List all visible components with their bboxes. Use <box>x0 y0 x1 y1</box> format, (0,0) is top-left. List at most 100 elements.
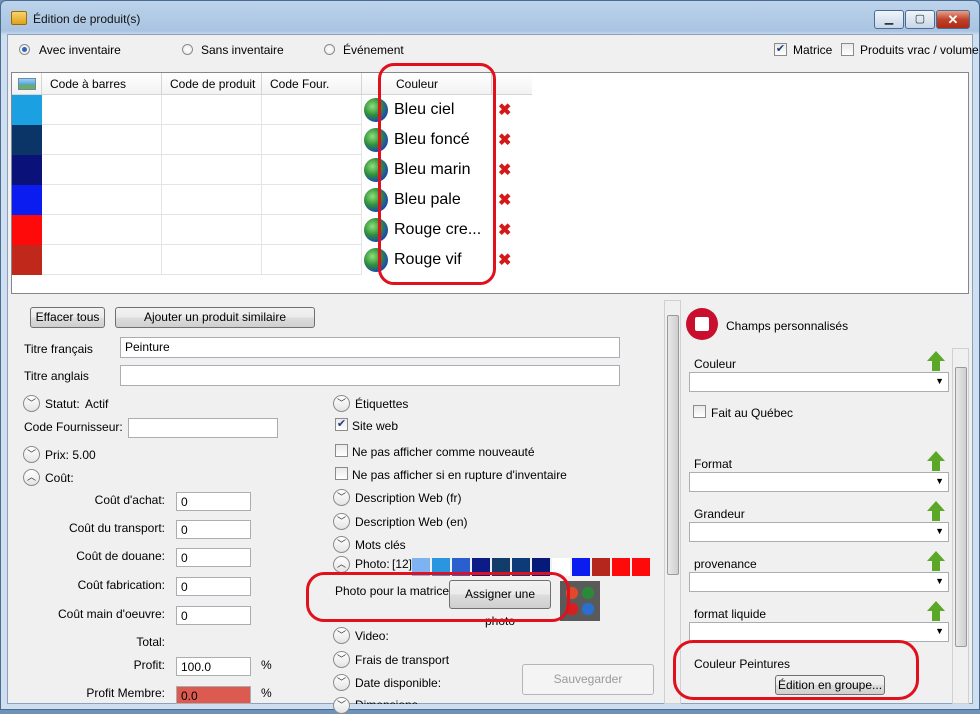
frais-expand-icon[interactable]: ﹀ <box>333 651 350 668</box>
left-scroll-thumb[interactable] <box>667 315 679 575</box>
photo-thumbnail[interactable] <box>592 558 610 576</box>
cout-douane-input[interactable]: 0 <box>176 548 251 567</box>
color-swatch[interactable] <box>12 95 42 125</box>
cell-code-barres[interactable] <box>42 215 162 245</box>
cout-achat-input[interactable]: 0 <box>176 492 251 511</box>
titre-en-label: Titre anglais <box>24 369 89 383</box>
minimize-button[interactable]: ▁ <box>874 10 904 29</box>
delete-icon[interactable]: ✖ <box>498 160 511 180</box>
titre-fr-label: Titre français <box>24 342 93 356</box>
cell-code-barres[interactable] <box>42 95 162 125</box>
site-web-checkbox[interactable]: ✔ <box>335 418 348 431</box>
mots-cles-expand-icon[interactable]: ﹀ <box>333 536 350 553</box>
vrac-label: Produits vrac / volume <box>860 43 979 57</box>
delete-icon[interactable]: ✖ <box>498 100 511 120</box>
cout-fabrication-input[interactable]: 0 <box>176 577 251 596</box>
video-expand-icon[interactable]: ﹀ <box>333 627 350 644</box>
code-fournisseur-input[interactable] <box>128 418 278 438</box>
delete-icon[interactable]: ✖ <box>498 190 511 210</box>
rupture-checkbox[interactable] <box>335 467 348 480</box>
format-select[interactable] <box>689 472 949 492</box>
cout-label: Coût: <box>45 471 74 485</box>
format-liquide-up-arrow-icon[interactable] <box>927 601 945 621</box>
left-panel-scrollbar[interactable] <box>664 300 681 704</box>
cell-code-barres[interactable] <box>42 185 162 215</box>
add-similar-button[interactable]: Ajouter un produit similaire <box>115 307 315 328</box>
title-bar[interactable]: Édition de produit(s) ▁ ▢ ✕ <box>1 1 979 35</box>
profit-membre-input[interactable]: 0.0 <box>176 686 251 704</box>
prix-expand-icon[interactable]: ﹀ <box>23 446 40 463</box>
color-swatch[interactable] <box>12 215 42 245</box>
cout-transport-input[interactable]: 0 <box>176 520 251 539</box>
profit-input[interactable]: 100.0 <box>176 657 251 676</box>
column-code-four[interactable]: Code Four. <box>262 73 362 95</box>
titre-en-input[interactable] <box>120 365 620 386</box>
save-button[interactable]: Sauvegarder <box>522 664 654 695</box>
cell-code-barres[interactable] <box>42 245 162 275</box>
cell-code-barres[interactable] <box>42 125 162 155</box>
cell-code-barres[interactable] <box>42 155 162 185</box>
titre-fr-input[interactable]: Peinture <box>120 337 620 358</box>
format-up-arrow-icon[interactable] <box>927 451 945 471</box>
matrice-checkbox[interactable]: ✔ <box>774 43 787 56</box>
cell-code-four[interactable] <box>262 185 362 215</box>
dimensions-expand-icon[interactable]: ﹀ <box>333 697 350 714</box>
delete-icon[interactable]: ✖ <box>498 130 511 150</box>
site-web-label: Site web <box>352 419 399 433</box>
statut-value: Actif <box>85 397 109 411</box>
cell-code-four[interactable] <box>262 245 362 275</box>
cout-collapse-icon[interactable]: ︿ <box>23 469 40 486</box>
cell-code-four[interactable] <box>262 155 362 185</box>
provenance-select[interactable] <box>689 572 949 592</box>
cell-code-four[interactable] <box>262 125 362 155</box>
radio-sans-inventaire[interactable] <box>182 44 193 55</box>
desc-fr-expand-icon[interactable]: ﹀ <box>333 489 350 506</box>
cell-code-produit[interactable] <box>162 215 262 245</box>
cell-code-four[interactable] <box>262 215 362 245</box>
cell-code-produit[interactable] <box>162 155 262 185</box>
provenance-up-arrow-icon[interactable] <box>927 551 945 571</box>
column-code-produit[interactable]: Code de produit <box>162 73 262 95</box>
grandeur-up-arrow-icon[interactable] <box>927 501 945 521</box>
cell-code-four[interactable] <box>262 95 362 125</box>
statut-expand-icon[interactable]: ﹀ <box>23 395 40 412</box>
cell-code-produit[interactable] <box>162 185 262 215</box>
color-swatch[interactable] <box>12 125 42 155</box>
photo-thumbnail[interactable] <box>632 558 650 576</box>
delete-icon[interactable]: ✖ <box>498 250 511 270</box>
custom-fields-scrollbar[interactable] <box>952 348 969 704</box>
etiquettes-expand-icon[interactable]: ﹀ <box>333 395 350 412</box>
delete-icon[interactable]: ✖ <box>498 220 511 240</box>
cout-main-oeuvre-input[interactable]: 0 <box>176 606 251 625</box>
color-swatch[interactable] <box>12 185 42 215</box>
radio-evenement[interactable] <box>324 44 335 55</box>
cout-main-oeuvre-label: Coût main d'oeuvre: <box>57 607 165 621</box>
couleur-select[interactable] <box>689 372 949 392</box>
photo-thumbnail[interactable] <box>572 558 590 576</box>
cell-code-produit[interactable] <box>162 245 262 275</box>
radio-avec-inventaire[interactable] <box>19 44 30 55</box>
image-column-header[interactable] <box>12 73 42 95</box>
cell-code-produit[interactable] <box>162 125 262 155</box>
grandeur-select[interactable] <box>689 522 949 542</box>
color-swatch[interactable] <box>12 245 42 275</box>
clear-all-button[interactable]: Effacer tous <box>30 307 105 328</box>
cell-code-produit[interactable] <box>162 95 262 125</box>
prix-label: Prix: 5.00 <box>45 448 96 462</box>
photo-thumbnail[interactable] <box>612 558 630 576</box>
close-button[interactable]: ✕ <box>936 10 970 29</box>
column-code-barres[interactable]: Code à barres <box>42 73 162 95</box>
fait-quebec-checkbox[interactable] <box>693 405 706 418</box>
format-liquide-select[interactable] <box>689 622 949 642</box>
nouveaute-checkbox[interactable] <box>335 444 348 457</box>
photo-label: Photo: <box>355 557 390 571</box>
desc-en-expand-icon[interactable]: ﹀ <box>333 513 350 530</box>
couleur-up-arrow-icon[interactable] <box>927 351 945 371</box>
custom-scroll-thumb[interactable] <box>955 367 967 647</box>
color-swatch[interactable] <box>12 155 42 185</box>
maximize-button[interactable]: ▢ <box>905 10 935 29</box>
date-expand-icon[interactable]: ﹀ <box>333 674 350 691</box>
photo-expand-icon[interactable]: ︿ <box>333 556 350 573</box>
highlight-photo-matrice <box>306 572 570 622</box>
vrac-checkbox[interactable] <box>841 43 854 56</box>
